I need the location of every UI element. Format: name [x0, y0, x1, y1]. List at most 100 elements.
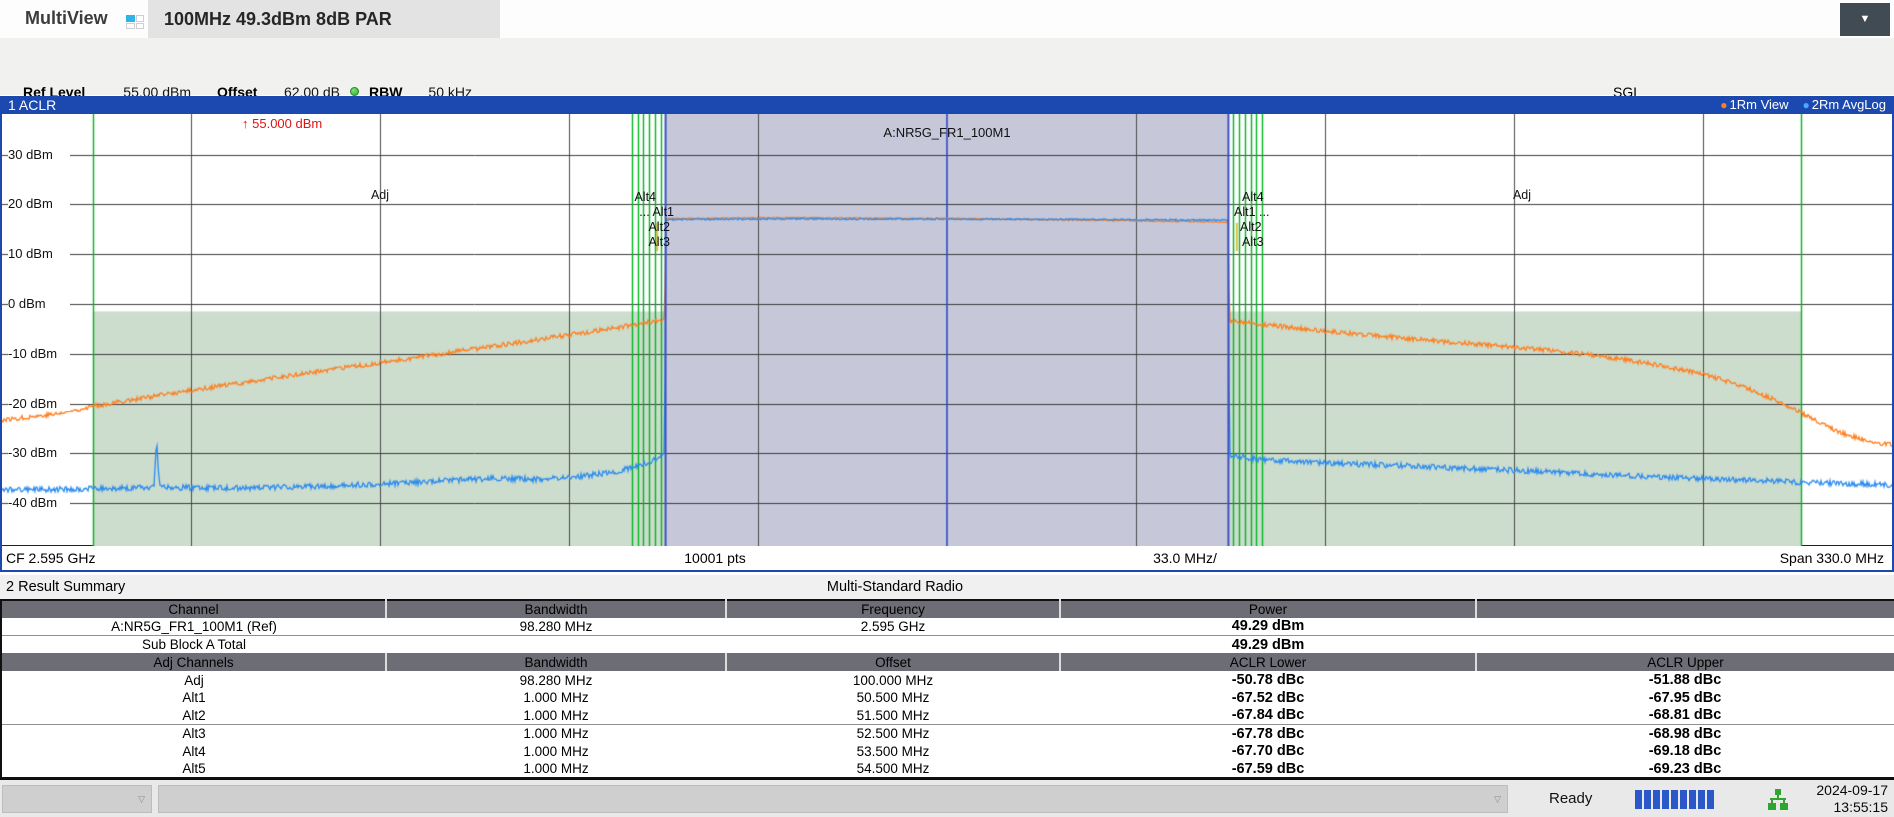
channel-label-alt4-right: Alt4 [1242, 190, 1264, 204]
date-time-display: 2024-09-17 13:55:15 [1816, 782, 1888, 816]
tab-bar: MultiView 100MHz 49.3dBm 8dB PAR ▼ [0, 0, 1894, 38]
network-status-icon [1768, 789, 1788, 810]
table-row: Sub Block A Total 49.29 dBm [1, 636, 1894, 654]
table-cell [726, 636, 1060, 654]
table-cell [1476, 636, 1894, 654]
table-cell: 49.29 dBm [1060, 618, 1476, 636]
table-cell: Alt5 [1, 760, 386, 778]
table-cell: 54.500 MHz [726, 760, 1060, 778]
y-axis-tick-label: -40 dBm [8, 495, 70, 510]
window-menu-button[interactable]: ▼ [1840, 3, 1890, 36]
table-cell: -69.18 dBc [1476, 742, 1894, 760]
table-cell: 100.000 MHz [726, 671, 1060, 689]
channel-label-alt1-left: ... Alt1 [574, 205, 674, 219]
trace1-dot-icon: ● [1720, 98, 1727, 112]
channel-label-adj-left: Adj [342, 188, 418, 202]
trace2-legend-item[interactable]: ●2Rm AvgLog [1803, 96, 1886, 114]
span-readout[interactable]: Span 330.0 MHz [1780, 548, 1884, 568]
table-cell: -68.81 dBc [1476, 707, 1894, 725]
table-cell: Alt3 [1, 725, 386, 743]
tab-multiview[interactable]: MultiView [25, 8, 108, 29]
dropdown-triangle-icon: ▽ [1494, 795, 1501, 804]
table-cell: -67.59 dBc [1060, 760, 1476, 778]
y-axis-tick-label: -10 dBm [8, 346, 70, 361]
status-message-panel[interactable]: ▽ [158, 785, 1508, 813]
trace-canvas[interactable] [2, 114, 1892, 546]
table-cell: 1.000 MHz [386, 689, 726, 707]
analyzer-screen: MultiView 100MHz 49.3dBm 8dB PAR ▼ Ref L… [0, 0, 1894, 817]
channel-bar: Ref Level 55.00 dBm Offset 62.00 dB RBW … [0, 38, 1894, 95]
table-row: Adj98.280 MHz100.000 MHz-50.78 dBc-51.88… [1, 671, 1894, 689]
channel-label-alt2-right: Alt2 [1240, 220, 1262, 234]
status-bar: ▽ ▽ Ready 2024-09-17 13:55:15 [0, 779, 1894, 817]
table-cell [1476, 618, 1894, 636]
table-cell: -51.88 dBc [1476, 671, 1894, 689]
chevron-down-icon: ▼ [1860, 14, 1871, 25]
table-row: Alt31.000 MHz52.500 MHz-67.78 dBc-68.98 … [1, 725, 1894, 743]
measurement-progress-bar [1635, 790, 1714, 809]
result-summary-subtitle: Multi-Standard Radio [0, 575, 1790, 599]
table-cell: -67.84 dBc [1060, 707, 1476, 725]
table-cell: 1.000 MHz [386, 725, 726, 743]
table-row: A:NR5G_FR1_100M1 (Ref)98.280 MHz2.595 GH… [1, 618, 1894, 636]
table-cell: Adj [1, 671, 386, 689]
table-cell: 50.500 MHz [726, 689, 1060, 707]
channel-label-alt1-right: Alt1 ... [1234, 205, 1269, 219]
result-summary-titlebar[interactable]: 2 Result Summary Multi-Standard Radio [0, 575, 1894, 599]
ref-level-marker: ↑ 55.000 dBm [242, 116, 322, 131]
y-axis-tick-label: 20 dBm [8, 196, 70, 211]
table-cell: -67.78 dBc [1060, 725, 1476, 743]
spectrum-plot[interactable]: 30 dBm 20 dBm 10 dBm 0 dBm -10 dBm -20 dBm -30… [2, 114, 1892, 546]
y-axis-tick-label: 0 dBm [8, 296, 70, 311]
table-cell: Adj Channels [1, 653, 386, 671]
table-cell: Frequency [726, 600, 1060, 618]
table-cell: 98.280 MHz [386, 671, 726, 689]
trace-legend: ●1Rm View ●2Rm AvgLog [1720, 96, 1886, 114]
table-cell: Power [1060, 600, 1476, 618]
table-row: Alt41.000 MHz53.500 MHz-67.70 dBc-69.18 … [1, 742, 1894, 760]
table-cell: Alt4 [1, 742, 386, 760]
table-cell: Offset [726, 653, 1060, 671]
rbw-status-led-icon [350, 87, 359, 96]
sweep-points-readout[interactable]: 10001 pts [635, 548, 795, 568]
table-cell [1476, 600, 1894, 618]
table-cell [386, 636, 726, 654]
table-cell: Alt2 [1, 707, 386, 725]
y-axis-tick-label: -20 dBm [8, 396, 70, 411]
table-cell: ACLR Upper [1476, 653, 1894, 671]
trace1-legend-item[interactable]: ●1Rm View [1720, 96, 1788, 114]
table-cell: 51.500 MHz [726, 707, 1060, 725]
y-axis-tick-label: 30 dBm [8, 147, 70, 162]
table-cell: -50.78 dBc [1060, 671, 1476, 689]
result-summary-window: 2 Result Summary Multi-Standard Radio Ch… [0, 575, 1894, 779]
channel-label-alt3-left: Alt3 [570, 235, 670, 249]
status-selector-left[interactable]: ▽ [2, 785, 152, 813]
ref-level-arrow-icon: ↑ [242, 116, 249, 131]
y-axis-tick-label: -30 dBm [8, 445, 70, 460]
result-summary-table: ChannelBandwidthFrequencyPowerA:NR5G_FR1… [0, 599, 1894, 779]
y-axis-tick-label: 10 dBm [8, 246, 70, 261]
tx-channel-label: A:NR5G_FR1_100M1 [797, 125, 1097, 140]
table-cell: -69.23 dBc [1476, 760, 1894, 778]
table-cell: 1.000 MHz [386, 742, 726, 760]
ready-status: Ready [1549, 790, 1592, 807]
channel-label-alt3-right: Alt3 [1242, 235, 1264, 249]
dropdown-triangle-icon: ▽ [138, 795, 145, 804]
table-cell: ACLR Lower [1060, 653, 1476, 671]
table-cell: A:NR5G_FR1_100M1 (Ref) [1, 618, 386, 636]
table-row: Alt11.000 MHz50.500 MHz-67.52 dBc-67.95 … [1, 689, 1894, 707]
table-cell: 52.500 MHz [726, 725, 1060, 743]
center-frequency-readout[interactable]: CF 2.595 GHz [6, 548, 95, 568]
table-cell: -68.98 dBc [1476, 725, 1894, 743]
table-row: Alt51.000 MHz54.500 MHz-67.59 dBc-69.23 … [1, 760, 1894, 778]
aclr-titlebar[interactable]: 1 ACLR ●1Rm View ●2Rm AvgLog [2, 96, 1892, 114]
tab-measurement-active[interactable]: 100MHz 49.3dBm 8dB PAR [148, 0, 500, 38]
table-cell: 49.29 dBm [1060, 636, 1476, 654]
table-row: Alt21.000 MHz51.500 MHz-67.84 dBc-68.81 … [1, 707, 1894, 725]
table-header-row: ChannelBandwidthFrequencyPower [1, 600, 1894, 618]
per-division-readout[interactable]: 33.0 MHz/ [1105, 548, 1265, 568]
table-cell: Sub Block A Total [1, 636, 386, 654]
table-cell: 1.000 MHz [386, 760, 726, 778]
table-cell: 2.595 GHz [726, 618, 1060, 636]
table-cell: Bandwidth [386, 653, 726, 671]
